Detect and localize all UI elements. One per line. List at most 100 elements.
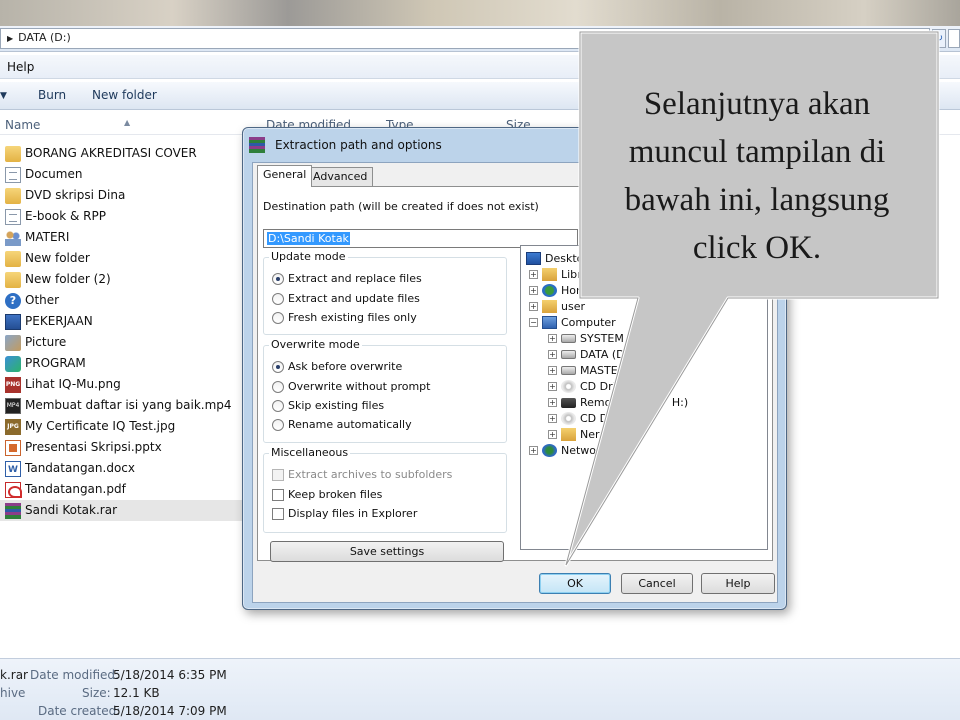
tree-label: Computer [561, 316, 616, 329]
list-item[interactable]: JPG My Certificate IQ Test.jpg [0, 416, 250, 437]
radio-extract-replace[interactable]: Extract and replace files [272, 272, 422, 285]
tree-item-libraries[interactable]: + Libr [529, 268, 582, 281]
list-item[interactable]: DVD skripsi Dina [0, 185, 250, 206]
save-settings-button[interactable]: Save settings [270, 541, 504, 562]
checkbox-icon [272, 488, 284, 501]
menu-help[interactable]: Help [7, 60, 34, 74]
details-date-modified: 5/18/2014 6:35 PM [113, 668, 227, 682]
help-button[interactable]: Help [701, 573, 775, 594]
file-name: MATERI [25, 230, 70, 244]
refresh-icon[interactable]: ↻ [932, 29, 946, 48]
tree-item-computer[interactable]: − Computer [529, 316, 616, 329]
miscellaneous-title: Miscellaneous [269, 446, 351, 459]
address-input[interactable]: ▶ DATA (D:) [0, 28, 930, 49]
list-item[interactable]: MP4 Membuat daftar isi yang baik.mp4 [0, 395, 250, 416]
radio-label: Ask before overwrite [288, 360, 403, 373]
list-item[interactable]: E-book & RPP [0, 206, 250, 227]
cancel-button[interactable]: Cancel [621, 573, 693, 594]
tree-item-user[interactable]: + user [529, 300, 585, 313]
checkbox-keep-broken[interactable]: Keep broken files [272, 488, 382, 501]
expand-icon[interactable]: + [548, 350, 557, 359]
details-date-created-label: Date created: [38, 704, 121, 718]
dialog-titlebar[interactable]: Extraction path and options [249, 134, 442, 156]
callout-line: bawah ini, langsung [624, 182, 890, 218]
radio-rename-auto[interactable]: Rename automatically [272, 418, 412, 431]
tree-item-homegroup[interactable]: + Hon [529, 284, 583, 297]
list-item[interactable]: Tandatangan.docx [0, 458, 250, 481]
list-item[interactable]: BORANG AKREDITASI COVER [0, 143, 250, 164]
expand-icon[interactable]: + [529, 286, 538, 295]
checkbox-label: Extract archives to subfolders [288, 468, 453, 481]
list-item[interactable]: MATERI [0, 227, 250, 248]
tree-item-cd-drive-2[interactable]: + CD D [548, 412, 608, 425]
tree-item-desktop[interactable]: Desktop [524, 252, 590, 265]
breadcrumb-arrow-icon[interactable]: ▶ [7, 34, 13, 43]
expand-icon[interactable]: + [548, 366, 557, 375]
list-item[interactable]: PROGRAM [0, 353, 250, 374]
sort-ascending-icon: ▲ [124, 118, 131, 127]
collapse-icon[interactable]: − [529, 318, 538, 327]
column-name[interactable]: Name [5, 118, 40, 132]
list-item[interactable]: New folder [0, 248, 250, 269]
checkbox-icon [272, 468, 284, 481]
tab-general[interactable]: General [257, 165, 313, 187]
expand-icon[interactable]: + [529, 302, 538, 311]
folder-icon [5, 187, 21, 204]
list-item[interactable]: Presentasi Skripsi.pptx [0, 437, 250, 458]
tree-label-suffix: H:) [671, 396, 689, 409]
list-item[interactable]: New folder (2) [0, 269, 250, 290]
radio-extract-update[interactable]: Extract and update files [272, 292, 420, 305]
search-input[interactable] [948, 29, 960, 48]
new-folder-button[interactable]: New folder [92, 88, 157, 102]
winrar-icon [249, 137, 265, 153]
update-mode-title: Update mode [269, 250, 348, 263]
tree-label: DATA (D [580, 348, 625, 361]
expand-icon[interactable]: + [548, 430, 557, 439]
tab-advanced[interactable]: Advanced [307, 167, 374, 187]
list-item[interactable]: Tandatangan.pdf [0, 479, 250, 500]
tree-item-network[interactable]: + Network [529, 444, 607, 457]
jpg-icon: JPG [5, 418, 21, 435]
list-item[interactable]: Picture [0, 332, 250, 353]
desktop-wallpaper-strip [0, 0, 960, 26]
expand-icon[interactable]: + [529, 446, 538, 455]
tree-item-master-drive[interactable]: + MASTER [548, 364, 625, 377]
checkbox-extract-subfolders[interactable]: Extract archives to subfolders [272, 468, 452, 481]
folder-tree[interactable]: Desktop + Libr + Hon + user − Computer + SYST… [520, 245, 768, 550]
tree-item-cd-drive[interactable]: + CD Drive [548, 380, 629, 393]
details-file-name: k.rar [0, 668, 28, 682]
expand-icon[interactable]: + [548, 382, 557, 391]
tree-item-system-drive[interactable]: + SYSTEM ( [548, 332, 632, 345]
docx-icon [5, 460, 21, 481]
file-name: New folder [25, 251, 90, 265]
tree-item-data-drive[interactable]: + DATA (D [548, 348, 625, 361]
radio-label: Skip existing files [288, 399, 385, 412]
checkbox-display-explorer[interactable]: Display files in Explorer [272, 507, 417, 520]
radio-skip-existing[interactable]: Skip existing files [272, 399, 384, 412]
radio-icon [272, 292, 284, 305]
document-icon [5, 166, 21, 183]
tree-label: user [561, 300, 585, 313]
list-item[interactable]: Documen [0, 164, 250, 185]
destination-label: Destination path (will be created if doe… [263, 200, 539, 213]
ok-button[interactable]: OK [539, 573, 611, 594]
radio-fresh-existing[interactable]: Fresh existing files only [272, 311, 417, 324]
destination-path-value: D:\Sandi Kotak [267, 232, 350, 245]
tree-item-removable[interactable]: + Remov H:) [548, 396, 688, 409]
expand-icon[interactable]: + [529, 270, 538, 279]
tree-item-nero[interactable]: + Nero [548, 428, 606, 441]
expand-icon[interactable]: + [548, 334, 557, 343]
menu-bar: Help [0, 55, 960, 79]
radio-ask-overwrite[interactable]: Ask before overwrite [272, 360, 402, 373]
list-item[interactable]: PNG Lihat IQ-Mu.png [0, 374, 250, 395]
chevron-down-icon[interactable]: ▼ [0, 91, 7, 101]
list-item-selected[interactable]: Sandi Kotak.rar [0, 500, 250, 521]
burn-button[interactable]: Burn [38, 88, 66, 102]
expand-icon[interactable]: + [548, 414, 557, 423]
list-item[interactable]: ? Other [0, 290, 250, 311]
radio-overwrite-no-prompt[interactable]: Overwrite without prompt [272, 380, 430, 393]
file-name: PEKERJAAN [25, 314, 93, 328]
expand-icon[interactable]: + [548, 398, 557, 407]
callout-text: Selanjutnya akan muncul tampilan di bawa… [582, 80, 932, 266]
list-item[interactable]: PEKERJAAN [0, 311, 250, 332]
